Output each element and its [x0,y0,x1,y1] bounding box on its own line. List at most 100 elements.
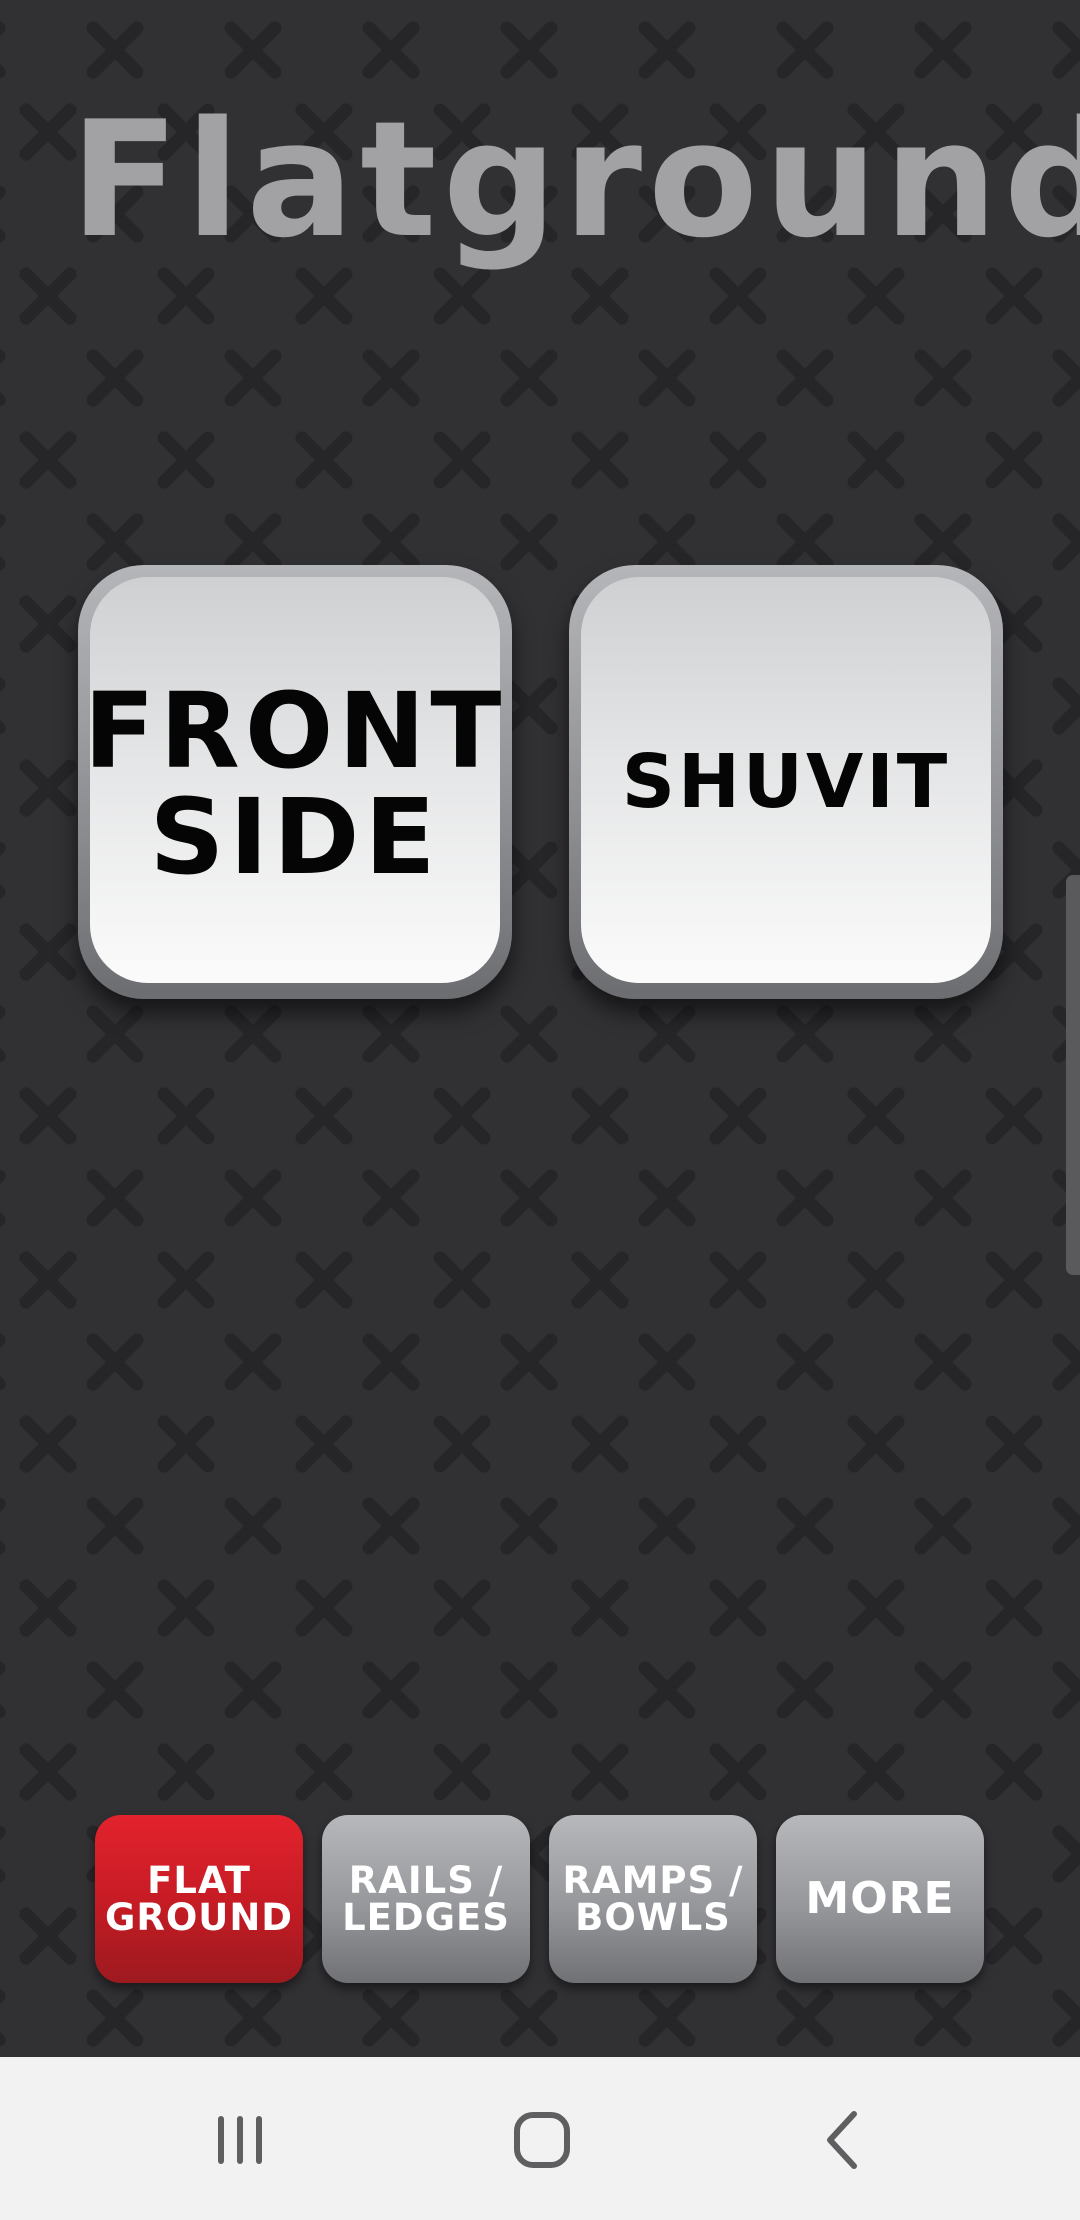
x-mark-icon [985,431,1043,489]
back-button[interactable] [794,2097,894,2183]
x-mark-icon [776,1005,834,1063]
x-mark-icon [295,431,353,489]
page-title: Flatground [70,86,1080,273]
x-mark-icon [86,1005,144,1063]
x-mark-icon [1052,1333,1080,1391]
x-mark-icon [19,595,77,653]
x-mark-icon [224,1169,282,1227]
x-mark-icon [157,1743,215,1801]
category-label: MORE [805,1873,955,1924]
x-mark-icon [295,1251,353,1309]
trick-tile-face: SHUVIT [581,577,991,983]
x-mark-icon [847,1087,905,1145]
x-mark-icon [295,267,353,325]
x-mark-icon [914,349,972,407]
x-mark-icon [709,431,767,489]
x-mark-icon [19,1415,77,1473]
x-mark-icon [571,1579,629,1637]
category-button-rails-ledges[interactable]: RAILS / LEDGES [322,1815,530,1983]
x-mark-icon [19,1251,77,1309]
x-mark-icon [985,1907,1043,1965]
x-mark-icon [914,1661,972,1719]
x-mark-icon [433,1743,491,1801]
x-mark-icon [1052,1661,1080,1719]
x-mark-icon [776,21,834,79]
x-mark-icon [86,21,144,79]
scrollbar[interactable] [1066,875,1080,1275]
trick-tile-label: FRONT SIDE [83,670,507,898]
x-mark-icon [295,1087,353,1145]
x-mark-icon [19,1907,77,1965]
x-mark-icon [638,21,696,79]
x-mark-icon [638,1005,696,1063]
x-mark-icon [224,1005,282,1063]
x-mark-icon [638,1661,696,1719]
x-mark-icon [847,1743,905,1801]
x-mark-icon [709,1579,767,1637]
system-navigation-bar [0,2057,1080,2220]
trick-tile-shuvit[interactable]: SHUVIT [569,565,1003,999]
x-mark-icon [985,1743,1043,1801]
x-mark-icon [295,1415,353,1473]
x-mark-icon [776,1661,834,1719]
recent-apps-button[interactable] [190,2097,290,2183]
x-mark-icon [776,1333,834,1391]
x-mark-icon [709,1251,767,1309]
x-mark-icon [847,1415,905,1473]
trick-tile-frontside[interactable]: FRONT SIDE [78,565,512,999]
x-mark-icon [362,21,420,79]
x-mark-icon [500,1497,558,1555]
x-mark-icon [19,431,77,489]
home-icon [514,2112,570,2168]
category-label: FLAT GROUND [104,1859,294,1939]
x-mark-icon [638,1333,696,1391]
trick-tile-label: SHUVIT [621,739,951,825]
x-mark-icon [847,267,905,325]
category-button-flat-ground[interactable]: FLAT GROUND [95,1815,303,1983]
x-mark-icon [433,431,491,489]
x-mark-icon [776,349,834,407]
x-mark-icon [638,349,696,407]
x-mark-icon [500,677,558,735]
x-mark-icon [1052,1497,1080,1555]
x-mark-icon [224,1989,282,2047]
x-mark-icon [847,1579,905,1637]
x-mark-icon [86,1333,144,1391]
x-mark-icon [500,349,558,407]
x-mark-icon [571,267,629,325]
x-mark-icon [638,1169,696,1227]
x-mark-icon [224,1497,282,1555]
category-button-ramps-bowls[interactable]: RAMPS / BOWLS [549,1815,757,1983]
category-label: RAILS / LEDGES [342,1859,510,1939]
x-mark-icon [638,1497,696,1555]
x-mark-icon [295,1743,353,1801]
x-mark-icon [86,1989,144,2047]
x-mark-icon [1052,1825,1080,1883]
x-mark-icon [19,759,77,817]
x-mark-icon [985,267,1043,325]
x-mark-icon [914,1333,972,1391]
x-mark-icon [571,431,629,489]
x-mark-icon [500,1169,558,1227]
home-button[interactable] [492,2097,592,2183]
x-mark-icon [914,1497,972,1555]
x-mark-icon [914,1005,972,1063]
x-mark-icon [638,513,696,571]
x-mark-icon [157,1579,215,1637]
x-mark-icon [157,267,215,325]
x-mark-icon [709,1743,767,1801]
x-mark-icon [224,513,282,571]
category-button-more[interactable]: MORE [776,1815,984,1983]
x-mark-icon [1052,1989,1080,2047]
x-mark-icon [1052,677,1080,735]
x-mark-icon [914,1989,972,2047]
x-mark-icon [157,1251,215,1309]
x-mark-icon [157,1415,215,1473]
x-mark-icon [709,1415,767,1473]
x-mark-icon [571,1415,629,1473]
x-mark-icon [86,1497,144,1555]
x-mark-icon [985,1087,1043,1145]
x-mark-icon [500,513,558,571]
x-mark-icon [847,1251,905,1309]
trick-tile-face: FRONT SIDE [84,577,501,983]
